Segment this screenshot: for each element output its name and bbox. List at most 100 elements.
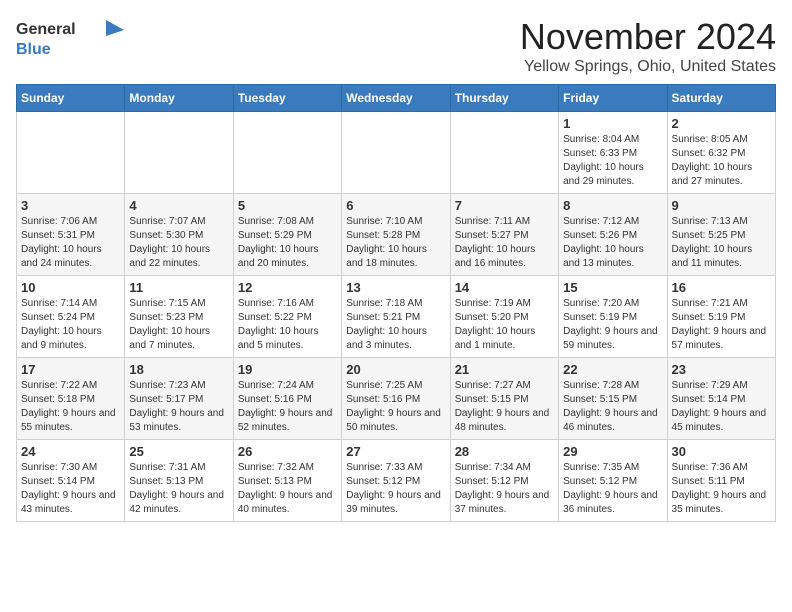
header-day-friday: Friday: [559, 85, 667, 112]
day-number: 11: [129, 280, 228, 295]
calendar-header: SundayMondayTuesdayWednesdayThursdayFrid…: [17, 85, 776, 112]
calendar-body: 1 Sunrise: 8:04 AM Sunset: 6:33 PM Daylig…: [17, 112, 776, 522]
calendar-cell: 11 Sunrise: 7:15 AM Sunset: 5:23 PM Dayli…: [125, 276, 233, 358]
day-info: Sunrise: 7:36 AM Sunset: 5:11 PM Dayligh…: [672, 461, 771, 517]
day-info: Sunrise: 7:28 AM Sunset: 5:15 PM Dayligh…: [563, 379, 662, 435]
main-title: November 2024: [520, 16, 776, 58]
day-number: 22: [563, 362, 662, 377]
header-row: SundayMondayTuesdayWednesdayThursdayFrid…: [17, 85, 776, 112]
day-info: Sunrise: 7:34 AM Sunset: 5:12 PM Dayligh…: [455, 461, 554, 517]
calendar-week-3: 17 Sunrise: 7:22 AM Sunset: 5:18 PM Dayli…: [17, 358, 776, 440]
subtitle: Yellow Springs, Ohio, United States: [520, 58, 776, 76]
day-number: 4: [129, 198, 228, 213]
day-number: 17: [21, 362, 120, 377]
day-info: Sunrise: 7:29 AM Sunset: 5:14 PM Dayligh…: [672, 379, 771, 435]
calendar-cell: 29Sunrise: 7:35 AM Sunset: 5:12 PM Dayli…: [559, 440, 667, 522]
calendar-cell: 16 Sunrise: 7:21 AM Sunset: 5:19 PM Dayli…: [667, 276, 775, 358]
calendar-cell: 9 Sunrise: 7:13 AM Sunset: 5:25 PM Daylig…: [667, 194, 775, 276]
header-day-monday: Monday: [125, 85, 233, 112]
day-info: Sunrise: 7:33 AM Sunset: 5:12 PM Dayligh…: [346, 461, 445, 517]
day-number: 9: [672, 198, 771, 213]
day-number: 8: [563, 198, 662, 213]
calendar-cell: 5 Sunrise: 7:08 AM Sunset: 5:29 PM Daylig…: [233, 194, 341, 276]
day-number: 1: [563, 116, 662, 131]
calendar-cell: 23Sunrise: 7:29 AM Sunset: 5:14 PM Dayli…: [667, 358, 775, 440]
day-info: Sunrise: 7:13 AM Sunset: 5:25 PM Dayligh…: [672, 215, 771, 271]
day-number: 24: [21, 444, 120, 459]
calendar-table: SundayMondayTuesdayWednesdayThursdayFrid…: [16, 84, 776, 522]
day-number: 26: [238, 444, 337, 459]
day-info: Sunrise: 7:27 AM Sunset: 5:15 PM Dayligh…: [455, 379, 554, 435]
calendar-cell: 7Sunrise: 7:11 AM Sunset: 5:27 PM Daylig…: [450, 194, 558, 276]
calendar-cell: 26Sunrise: 7:32 AM Sunset: 5:13 PM Dayli…: [233, 440, 341, 522]
day-info: Sunrise: 7:08 AM Sunset: 5:29 PM Dayligh…: [238, 215, 337, 271]
day-info: Sunrise: 7:19 AM Sunset: 5:20 PM Dayligh…: [455, 297, 554, 353]
day-info: Sunrise: 7:07 AM Sunset: 5:30 PM Dayligh…: [129, 215, 228, 271]
day-info: Sunrise: 8:04 AM Sunset: 6:33 PM Dayligh…: [563, 133, 662, 189]
day-info: Sunrise: 7:24 AM Sunset: 5:16 PM Dayligh…: [238, 379, 337, 435]
day-number: 6: [346, 198, 445, 213]
calendar-week-4: 24 Sunrise: 7:30 AM Sunset: 5:14 PM Dayli…: [17, 440, 776, 522]
day-info: Sunrise: 7:30 AM Sunset: 5:14 PM Dayligh…: [21, 461, 120, 517]
day-info: Sunrise: 7:23 AM Sunset: 5:17 PM Dayligh…: [129, 379, 228, 435]
calendar-cell: [125, 112, 233, 194]
calendar-cell: 25 Sunrise: 7:31 AM Sunset: 5:13 PM Dayli…: [125, 440, 233, 522]
day-number: 29: [563, 444, 662, 459]
calendar-cell: 13 Sunrise: 7:18 AM Sunset: 5:21 PM Dayli…: [342, 276, 450, 358]
day-number: 16: [672, 280, 771, 295]
header-day-saturday: Saturday: [667, 85, 775, 112]
day-number: 18: [129, 362, 228, 377]
calendar-cell: 8Sunrise: 7:12 AM Sunset: 5:26 PM Daylig…: [559, 194, 667, 276]
day-number: 25: [129, 444, 228, 459]
day-number: 5: [238, 198, 337, 213]
calendar-cell: 2Sunrise: 8:05 AM Sunset: 6:32 PM Daylig…: [667, 112, 775, 194]
day-info: Sunrise: 7:31 AM Sunset: 5:13 PM Dayligh…: [129, 461, 228, 517]
day-number: 27: [346, 444, 445, 459]
calendar-cell: 24 Sunrise: 7:30 AM Sunset: 5:14 PM Dayli…: [17, 440, 125, 522]
day-info: Sunrise: 7:25 AM Sunset: 5:16 PM Dayligh…: [346, 379, 445, 435]
calendar-cell: 14Sunrise: 7:19 AM Sunset: 5:20 PM Dayli…: [450, 276, 558, 358]
calendar-cell: 20Sunrise: 7:25 AM Sunset: 5:16 PM Dayli…: [342, 358, 450, 440]
day-info: Sunrise: 7:14 AM Sunset: 5:24 PM Dayligh…: [21, 297, 120, 353]
calendar-cell: 12 Sunrise: 7:16 AM Sunset: 5:22 PM Dayli…: [233, 276, 341, 358]
calendar-week-2: 10 Sunrise: 7:14 AM Sunset: 5:24 PM Dayli…: [17, 276, 776, 358]
day-number: 10: [21, 280, 120, 295]
logo: GeneralBlue: [16, 16, 126, 60]
calendar-cell: 19 Sunrise: 7:24 AM Sunset: 5:16 PM Dayli…: [233, 358, 341, 440]
day-number: 13: [346, 280, 445, 295]
header-day-thursday: Thursday: [450, 85, 558, 112]
calendar-cell: [450, 112, 558, 194]
calendar-cell: 6Sunrise: 7:10 AM Sunset: 5:28 PM Daylig…: [342, 194, 450, 276]
day-info: Sunrise: 7:15 AM Sunset: 5:23 PM Dayligh…: [129, 297, 228, 353]
calendar-cell: 18 Sunrise: 7:23 AM Sunset: 5:17 PM Dayli…: [125, 358, 233, 440]
calendar-week-1: 3 Sunrise: 7:06 AM Sunset: 5:31 PM Daylig…: [17, 194, 776, 276]
header: GeneralBlue November 2024 Yellow Springs…: [16, 16, 776, 76]
day-number: 2: [672, 116, 771, 131]
day-info: Sunrise: 7:22 AM Sunset: 5:18 PM Dayligh…: [21, 379, 120, 435]
day-number: 19: [238, 362, 337, 377]
logo-svg: GeneralBlue: [16, 16, 126, 60]
title-area: November 2024 Yellow Springs, Ohio, Unit…: [520, 16, 776, 76]
calendar-cell: 10 Sunrise: 7:14 AM Sunset: 5:24 PM Dayli…: [17, 276, 125, 358]
calendar-cell: 4 Sunrise: 7:07 AM Sunset: 5:30 PM Daylig…: [125, 194, 233, 276]
day-number: 30: [672, 444, 771, 459]
day-info: Sunrise: 7:16 AM Sunset: 5:22 PM Dayligh…: [238, 297, 337, 353]
svg-text:General: General: [16, 21, 76, 38]
day-info: Sunrise: 7:21 AM Sunset: 5:19 PM Dayligh…: [672, 297, 771, 353]
day-number: 7: [455, 198, 554, 213]
day-number: 3: [21, 198, 120, 213]
day-info: Sunrise: 7:20 AM Sunset: 5:19 PM Dayligh…: [563, 297, 662, 353]
calendar-cell: 1 Sunrise: 8:04 AM Sunset: 6:33 PM Daylig…: [559, 112, 667, 194]
calendar-cell: 17 Sunrise: 7:22 AM Sunset: 5:18 PM Dayli…: [17, 358, 125, 440]
calendar-cell: 28Sunrise: 7:34 AM Sunset: 5:12 PM Dayli…: [450, 440, 558, 522]
day-number: 12: [238, 280, 337, 295]
day-info: Sunrise: 7:18 AM Sunset: 5:21 PM Dayligh…: [346, 297, 445, 353]
calendar-cell: 15 Sunrise: 7:20 AM Sunset: 5:19 PM Dayli…: [559, 276, 667, 358]
calendar-cell: 30 Sunrise: 7:36 AM Sunset: 5:11 PM Dayli…: [667, 440, 775, 522]
day-number: 15: [563, 280, 662, 295]
calendar-cell: [233, 112, 341, 194]
header-day-tuesday: Tuesday: [233, 85, 341, 112]
calendar-cell: 27 Sunrise: 7:33 AM Sunset: 5:12 PM Dayli…: [342, 440, 450, 522]
calendar-cell: [342, 112, 450, 194]
day-info: Sunrise: 7:06 AM Sunset: 5:31 PM Dayligh…: [21, 215, 120, 271]
